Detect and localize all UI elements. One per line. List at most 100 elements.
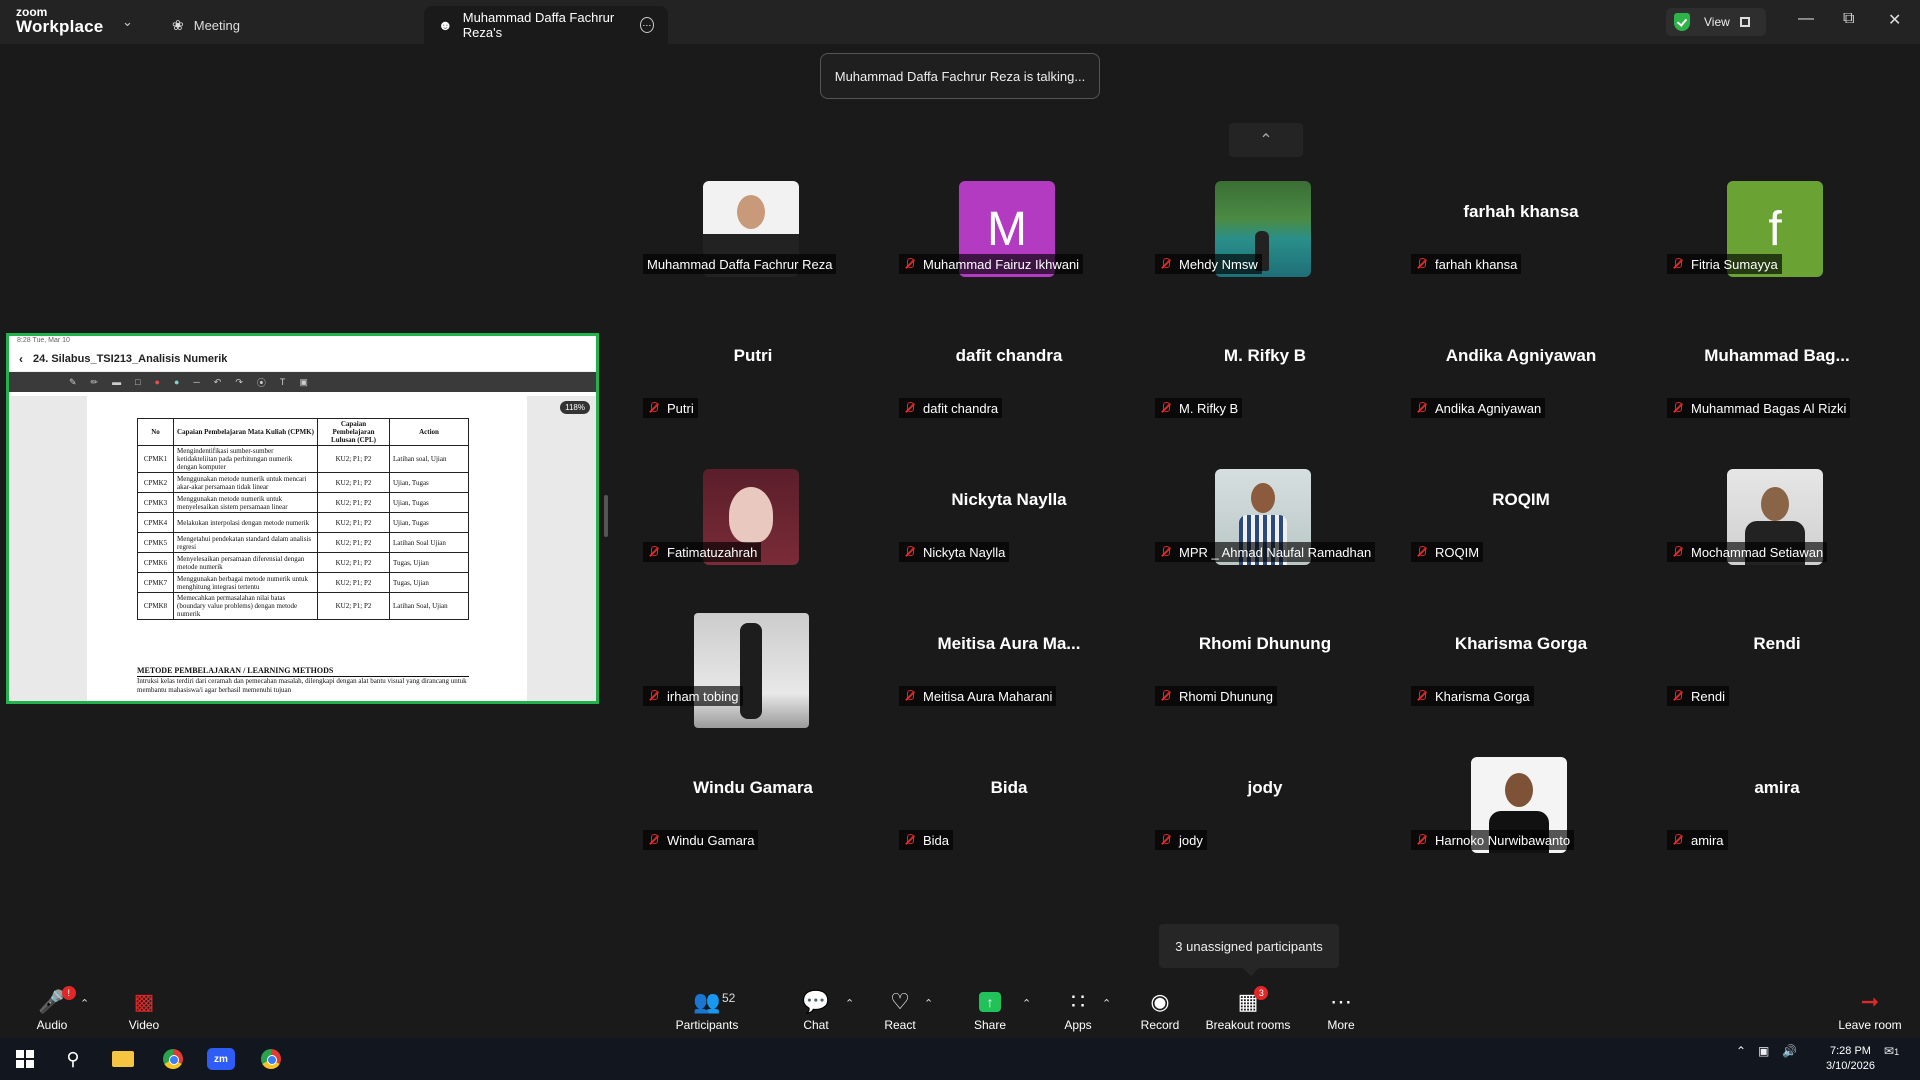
participant-tile[interactable]: M Muhammad Fairuz Ikhwani [881, 150, 1137, 294]
participant-tile[interactable]: Harnoko Nurwibawanto [1393, 726, 1649, 870]
restore-icon[interactable]: ⧉ [1843, 10, 1854, 28]
participant-tile[interactable]: Rendi Rendi [1649, 582, 1905, 726]
participant-display-name: Windu Gamara [693, 778, 813, 797]
tab-shared-screen[interactable]: ☻ Muhammad Daffa Fachrur Reza's ⋯ [424, 6, 668, 44]
participant-tile[interactable]: Muhammad Daffa Fachrur Reza [625, 150, 881, 294]
cell-no: CPMK2 [137, 472, 174, 493]
volume-icon[interactable]: 🔊 [1782, 1044, 1797, 1058]
cell-no: CPMK6 [137, 552, 174, 573]
participant-tile[interactable]: MPR _ Ahmad Naufal Ramadhan [1137, 438, 1393, 582]
zoom-app-icon[interactable]: zm [204, 1044, 238, 1074]
share-button[interactable]: ↑ Share [972, 981, 1008, 1038]
participant-tile[interactable]: Mehdy Nmsw [1137, 150, 1393, 294]
participant-tile[interactable]: farhah khansa farhah khansa [1393, 150, 1649, 294]
more-button[interactable]: ⋯ More [1325, 981, 1357, 1038]
tray-overflow-icon[interactable]: ⌃ [1736, 1044, 1746, 1058]
participant-tile[interactable]: Rhomi Dhunung Rhomi Dhunung [1137, 582, 1393, 726]
more-icon: ⋯ [1330, 989, 1352, 1014]
minimize-icon[interactable]: — [1798, 10, 1814, 28]
participant-name-label: Fatimatuzahrah [643, 542, 762, 562]
shared-doc-title: 24. Silabus_TSI213_Analisis Numerik [33, 352, 228, 365]
chevron-down-icon[interactable]: ⌄ [122, 14, 133, 30]
tab-shared-screen-label: Muhammad Daffa Fachrur Reza's [462, 10, 615, 40]
panel-resize-handle[interactable] [604, 495, 608, 537]
participant-tile[interactable]: M. Rifky B M. Rifky B [1137, 294, 1393, 438]
view-label: View [1704, 15, 1730, 29]
file-explorer-icon[interactable] [106, 1044, 140, 1074]
record-label: Record [1140, 1018, 1180, 1032]
unassigned-participants-tooltip[interactable]: 3 unassigned participants [1159, 924, 1339, 976]
notification-icon[interactable]: ✉1 [1884, 1044, 1899, 1058]
participant-tile[interactable]: f Fitria Sumayya [1649, 150, 1905, 294]
participant-tile[interactable]: irham tobing [625, 582, 881, 728]
highlighter-icon: ✏ [90, 376, 99, 387]
breakout-rooms-button[interactable]: ▦ 3 Breakout rooms [1205, 981, 1291, 1038]
table-row: CPMK5 Mengetahui pendekatan standard dala… [137, 532, 469, 553]
participant-name-label: amira [1667, 830, 1728, 850]
share-options-caret[interactable]: ⌃ [1022, 997, 1031, 1010]
system-clock[interactable]: 7:28 PM 3/10/2026 [1826, 1044, 1875, 1074]
close-icon[interactable]: ✕ [1888, 10, 1901, 30]
participant-tile[interactable]: Mochammad Setiawan [1649, 438, 1905, 582]
react-options-caret[interactable]: ⌃ [924, 997, 933, 1010]
network-icon[interactable]: ▣ [1758, 1044, 1769, 1058]
participant-tile[interactable]: amira amira [1649, 726, 1905, 870]
participant-name: ROQIM [1435, 544, 1480, 560]
participant-tile[interactable]: dafit chandra dafit chandra [881, 294, 1137, 438]
record-button[interactable]: ◉ Record [1140, 981, 1180, 1038]
participant-tile[interactable]: Nickyta Naylla Nickyta Naylla [881, 438, 1137, 582]
search-icon[interactable]: ⚲ [56, 1044, 90, 1074]
participant-name: Putri [667, 400, 694, 416]
apps-options-caret[interactable]: ⌃ [1102, 997, 1111, 1010]
learning-methods-heading: METODE PEMBELAJARAN / LEARNING METHODS [137, 666, 469, 677]
more-options-icon[interactable]: ⋯ [639, 17, 654, 33]
chat-button[interactable]: 💬 Chat [800, 981, 832, 1038]
tab-meeting[interactable]: ❀ Meeting [158, 6, 254, 44]
react-button[interactable]: ♡ React [884, 981, 916, 1038]
participant-tile[interactable]: Andika Agniyawan Andika Agniyawan [1393, 294, 1649, 438]
audio-options-caret[interactable]: ⌃ [80, 997, 89, 1010]
participants-icon: 👥 [693, 989, 721, 1014]
audio-alert-badge: ! [61, 986, 76, 1000]
back-arrow-icon: ‹ [19, 351, 23, 366]
cell-cpl: KU2; P1; P2 [317, 532, 390, 553]
participant-tile[interactable]: Bida Bida [881, 726, 1137, 870]
chevron-up-icon: ⌃ [1259, 132, 1273, 149]
audio-button[interactable]: 🎤! Audio [34, 981, 76, 1038]
start-button[interactable] [8, 1044, 42, 1074]
apps-button[interactable]: ∷ Apps [1063, 981, 1093, 1038]
breakout-rooms-icon: ▦ 3 [1238, 986, 1269, 1014]
mic-muted-icon [1415, 401, 1429, 415]
shared-screen-panel[interactable]: 8:28 Tue, Mar 10 ‹ 24. Silabus_TSI213_An… [6, 333, 599, 704]
participants-button[interactable]: 👥 Participants [672, 981, 742, 1038]
chrome-icon[interactable] [156, 1044, 190, 1074]
participant-display-name: dafit chandra [955, 346, 1063, 365]
participant-tile[interactable]: Putri Putri [625, 294, 881, 438]
participant-name: amira [1691, 832, 1724, 848]
video-button[interactable]: ▩ Video [126, 981, 162, 1038]
participant-tile[interactable]: Fatimatuzahrah [625, 438, 881, 582]
participant-name: irham tobing [667, 688, 739, 704]
view-button[interactable]: View [1666, 8, 1766, 36]
leave-room-button[interactable]: ➞ Leave room [1838, 981, 1902, 1038]
participant-name: Rendi [1691, 688, 1725, 704]
mic-muted-icon [1415, 689, 1429, 703]
participant-tile[interactable]: Muhammad Bag... Muhammad Bagas Al Rizki [1649, 294, 1905, 438]
cell-action: Latihan soal, Ujian [389, 445, 469, 473]
participant-tile[interactable]: Meitisa Aura Ma... Meitisa Aura Maharani [881, 582, 1137, 726]
chat-options-caret[interactable]: ⌃ [845, 997, 854, 1010]
shape-icon: □ [135, 377, 141, 387]
participant-name: farhah khansa [1435, 256, 1518, 272]
shared-doc-zoom-level: 118% [560, 401, 590, 414]
participant-tile[interactable]: ROQIM ROQIM [1393, 438, 1649, 582]
cell-cpl: KU2; P1; P2 [317, 492, 390, 513]
redo-icon: ↷ [235, 376, 243, 387]
participant-name: Mochammad Setiawan [1691, 544, 1824, 560]
chrome-profile-icon[interactable] [254, 1044, 288, 1074]
participant-tile[interactable]: jody jody [1137, 726, 1393, 870]
share-label: Share [973, 1018, 1007, 1032]
participant-tile[interactable]: Kharisma Gorga Kharisma Gorga [1393, 582, 1649, 726]
participant-tile[interactable]: Windu Gamara Windu Gamara [625, 726, 881, 870]
cell-action: Ujian, Tugas [389, 472, 469, 493]
mic-muted-icon [1671, 833, 1685, 847]
